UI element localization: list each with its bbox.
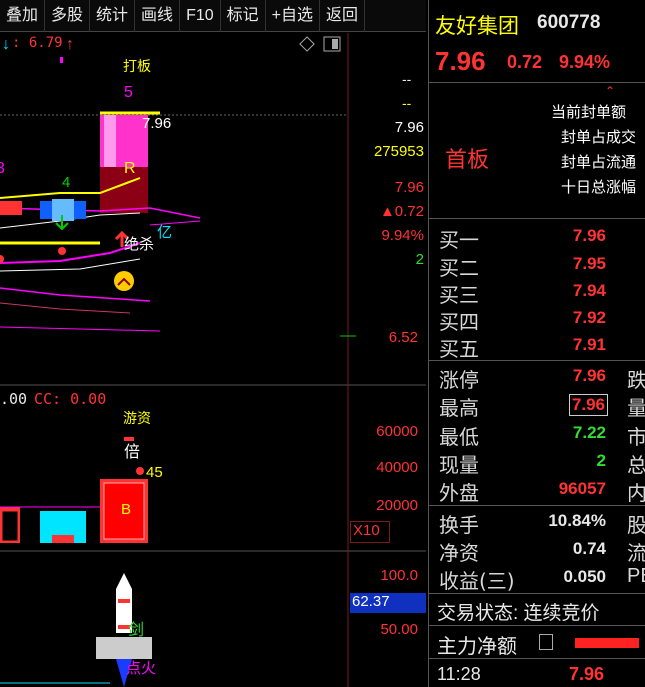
trend-line-4 xyxy=(0,302,131,314)
statistics-button[interactable]: 统计 xyxy=(90,0,136,32)
fire-label: 点火 xyxy=(126,660,156,677)
signal-dot-2 xyxy=(0,255,4,263)
trend-line-2 xyxy=(0,258,141,272)
x10-scale[interactable]: X10 xyxy=(350,521,390,543)
r-letter: R xyxy=(124,160,136,177)
jue-sha-label: 绝杀 xyxy=(124,236,154,253)
vol-axis-20000: 20000 xyxy=(376,497,418,514)
top-readout: : 6.79 xyxy=(12,35,63,51)
kline-chart-area[interactable]: ↓ ↑ R 5 打板 7.96 3 4 绝杀 亿 B 倍 游资 45 剑 点火 … xyxy=(0,33,426,687)
bei-marker xyxy=(124,437,134,441)
stock-name: 友好集团 xyxy=(435,14,519,38)
rocket-base xyxy=(96,637,152,659)
axis-volume: 275953 xyxy=(373,143,424,160)
price-change: 0.72 xyxy=(507,52,543,72)
vol-bar-2-marker xyxy=(52,535,74,543)
axis-price-low: 6.52 xyxy=(388,329,418,346)
top-cut-label: 打板 xyxy=(123,58,151,74)
bid-row: 买五 7.91 xyxy=(439,335,606,361)
f10-button[interactable]: F10 xyxy=(180,0,221,32)
quote-panel: 友好集团 600778 7.96 0.72 9.94% ⌃ 首板 当前封单额 封… xyxy=(428,0,645,687)
down-arrow-icon: ↓ xyxy=(2,36,10,53)
trade-status: 交易状态: 连续竞价 xyxy=(437,603,600,624)
stat-row-limit-up: 涨停 7.96 跌 xyxy=(439,366,645,392)
stock-code: 600778 xyxy=(537,12,601,33)
axis-change: ▲0.72 xyxy=(379,203,424,220)
lower-axis-current: 62.37 xyxy=(350,593,426,613)
overlay-button[interactable]: 叠加 xyxy=(0,0,46,32)
axis-dash-1: -- xyxy=(402,71,412,87)
info-line: 封单占流通 xyxy=(561,154,637,171)
cc-value: CC: 0.00 xyxy=(34,390,107,408)
draw-line-button[interactable]: 画线 xyxy=(135,0,181,32)
smile-icon xyxy=(114,271,134,291)
axis-change-pct: 9.94% xyxy=(381,227,424,244)
axis-misc: 2 xyxy=(415,251,424,268)
info-lines: 当前封单额 封单占成交 封单占流通 十日总涨幅 xyxy=(551,100,636,200)
four-label: 4 xyxy=(62,174,70,191)
bid-row: 买四 7.92 xyxy=(439,308,606,334)
info-line: 封单占成交 xyxy=(561,129,637,146)
rocket-window xyxy=(118,599,130,603)
list-icon[interactable] xyxy=(539,634,553,650)
bid-row: 买三 7.94 xyxy=(439,281,606,307)
panel-toggle-fill xyxy=(332,39,338,49)
trend-line-1 xyxy=(0,242,141,264)
marker-tick xyxy=(60,57,63,63)
chart-graphics: ↓ ↑ R 5 打板 7.96 3 4 绝杀 亿 B 倍 游资 45 剑 点火 xyxy=(0,33,426,687)
signal-dot-1 xyxy=(58,247,66,255)
collapse-up-icon[interactable]: ⌃ xyxy=(605,84,615,98)
b-letter: B xyxy=(121,501,131,518)
bei-label: 倍 xyxy=(124,443,140,461)
ma-right-line xyxy=(149,220,201,226)
vol-axis-60000: 60000 xyxy=(376,423,418,440)
axis-dash-2: -- xyxy=(402,95,412,111)
up-arrow-icon: ↑ xyxy=(66,36,74,53)
vol-bar-1-inner xyxy=(1,510,19,542)
back-button[interactable]: 返回 xyxy=(320,0,366,32)
five-label: 5 xyxy=(124,84,133,101)
info-line: 十日总涨幅 xyxy=(561,179,637,196)
bid-row: 买二 7.95 xyxy=(439,254,606,280)
cc-left-value: .00 xyxy=(0,390,28,408)
current-price: 7.96 xyxy=(435,46,486,76)
stat-row-low: 最低 7.22 市 xyxy=(439,423,645,449)
candle-highlight xyxy=(104,115,116,167)
bid-row: 买一 7.96 xyxy=(439,226,606,252)
main-flow-label[interactable]: 主力净额 xyxy=(437,630,517,659)
stat-row-outer: 外盘 96057 内 xyxy=(439,479,645,505)
ling-money-label: 亿 xyxy=(157,224,172,241)
stat-row-eps: 收益(三) 0.050 PE xyxy=(439,565,645,593)
vol-dot xyxy=(136,467,144,475)
vol-cut-label: 游资 xyxy=(123,410,151,426)
price-label: 7.96 xyxy=(142,115,171,132)
lower-axis-100: 100.0 xyxy=(380,567,418,584)
price-change-pct: 9.94% xyxy=(559,52,611,72)
mark-button[interactable]: 标记 xyxy=(221,0,266,32)
axis-price-1: 7.96 xyxy=(394,119,424,136)
sword-label: 剑 xyxy=(128,621,144,639)
axis-price-2: 7.96 xyxy=(394,179,424,196)
forty-five-label: 45 xyxy=(146,464,163,481)
lower-axis-50: 50.00 xyxy=(380,621,418,638)
add-watchlist-button[interactable]: +自选 xyxy=(266,0,321,32)
last-price: 7.96 xyxy=(569,664,605,684)
main-flow-bar xyxy=(575,638,639,648)
multi-stock-button[interactable]: 多股 xyxy=(45,0,91,32)
stat-row-high: 最高 7.96 量 xyxy=(439,394,645,420)
candle-left xyxy=(0,201,22,215)
diamond-icon xyxy=(299,36,315,52)
info-line: 当前封单额 xyxy=(551,104,627,121)
stat-row-current-vol: 现量 2 总 xyxy=(439,451,645,477)
last-time: 11:28 xyxy=(437,664,481,684)
stat-row-turnover: 换手 10.84% 股 xyxy=(439,511,645,537)
toolbar: 叠加 多股 统计 画线 F10 标记 +自选 返回 xyxy=(0,0,426,32)
trend-line-5 xyxy=(0,326,161,332)
vol-axis-40000: 40000 xyxy=(376,459,418,476)
three-label: 3 xyxy=(0,160,5,177)
board-label: 首板 xyxy=(445,148,490,173)
stat-row-net-assets: 净资 0.74 流 xyxy=(439,539,645,565)
